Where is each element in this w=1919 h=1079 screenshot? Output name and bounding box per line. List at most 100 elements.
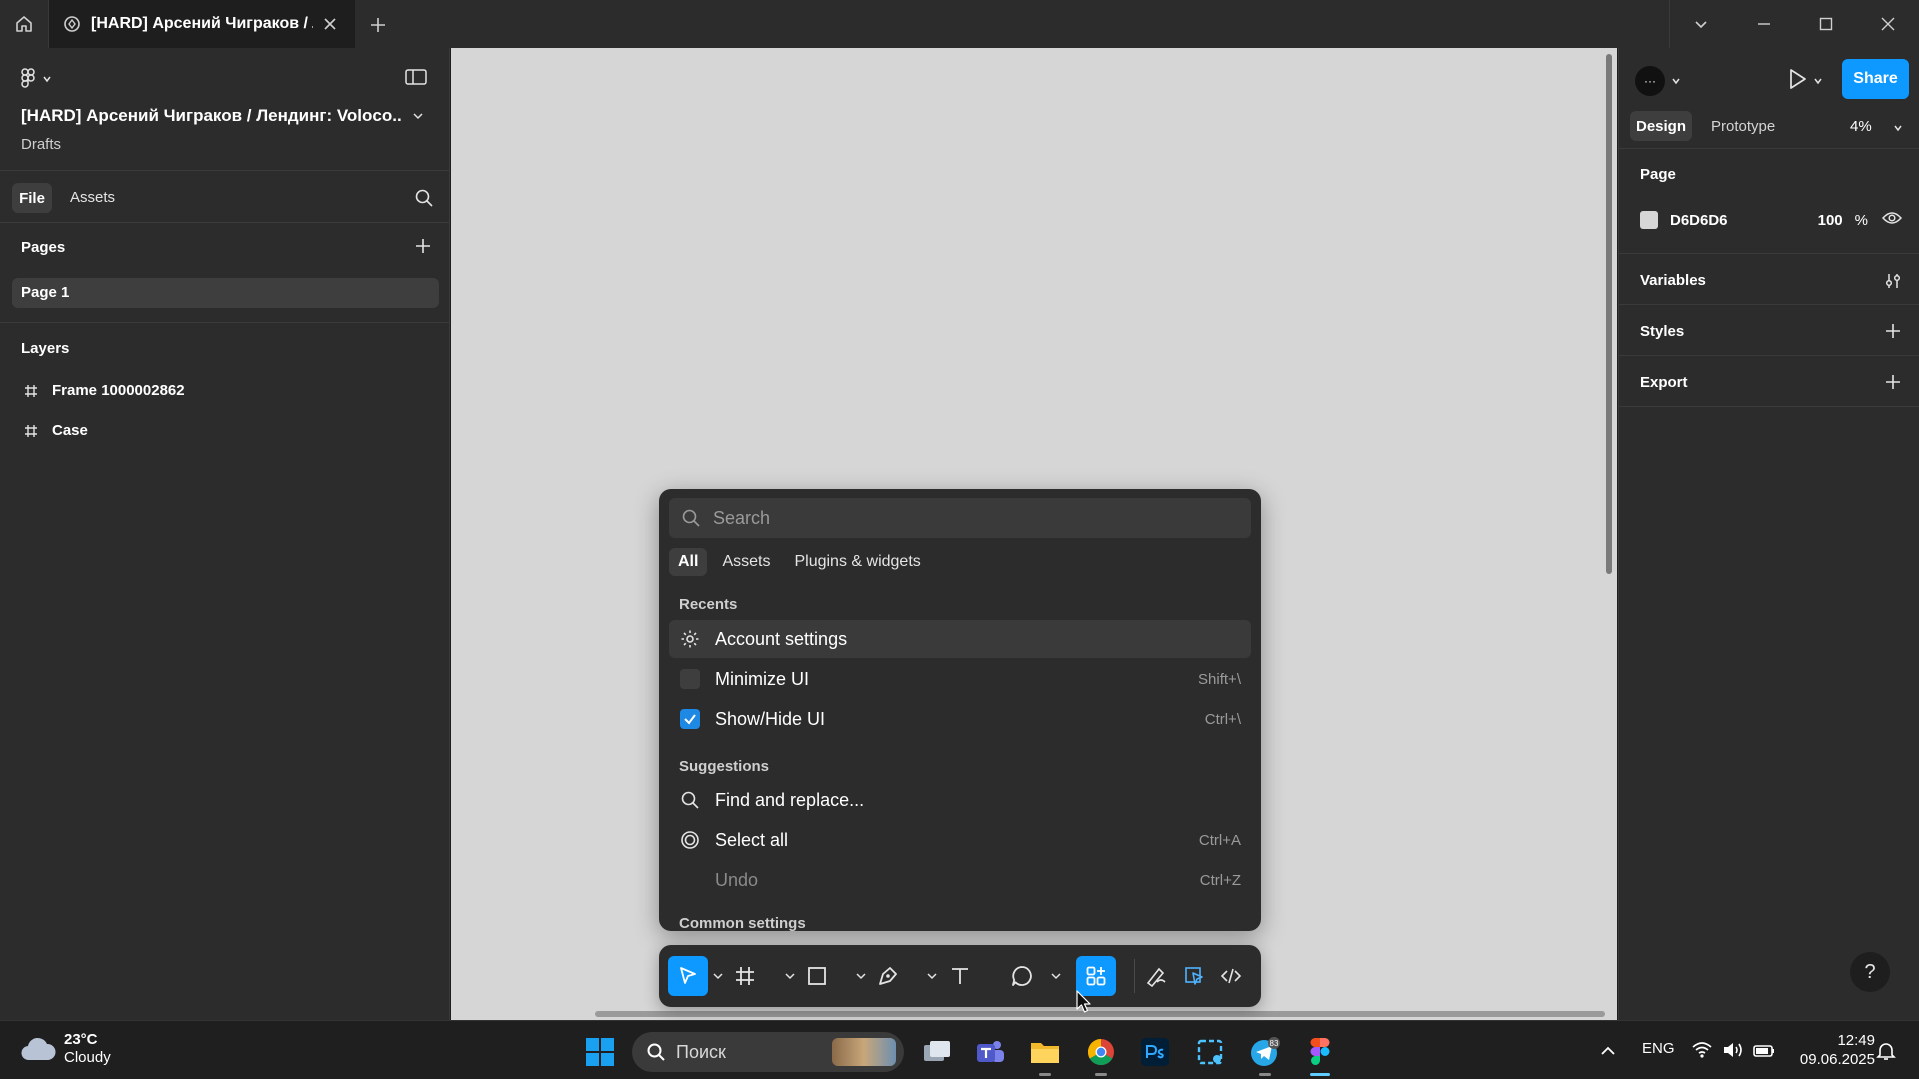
- shortcut-label: Ctrl+Z: [1199, 871, 1241, 889]
- search-icon: [647, 1043, 665, 1061]
- time: 12:49: [1837, 1032, 1875, 1049]
- search-icon[interactable]: [414, 188, 434, 208]
- task-view-button[interactable]: [917, 1032, 957, 1072]
- action-minimize-ui[interactable]: Minimize UI Shift+\: [669, 660, 1251, 698]
- file-explorer-app[interactable]: [1025, 1032, 1065, 1076]
- weather-widget[interactable]: 23°C Cloudy: [20, 1031, 111, 1067]
- snipping-tool-app[interactable]: [1190, 1032, 1230, 1072]
- layer-item[interactable]: Frame 1000002862: [24, 382, 185, 399]
- action-show-hide-ui[interactable]: Show/Hide UI Ctrl+\: [669, 700, 1251, 738]
- comment-tool[interactable]: [1002, 956, 1042, 996]
- color-swatch[interactable]: [1640, 211, 1658, 229]
- maximize-button[interactable]: [1795, 0, 1857, 48]
- tab-plugins-widgets[interactable]: Plugins & widgets: [785, 548, 929, 576]
- start-button[interactable]: [585, 1037, 615, 1067]
- page-color-field[interactable]: D6D6D6 100 %: [1640, 205, 1868, 235]
- eye-icon[interactable]: [1882, 211, 1902, 225]
- avatar[interactable]: ···: [1635, 66, 1665, 96]
- close-window-button[interactable]: [1857, 0, 1919, 48]
- add-style-icon[interactable]: [1884, 322, 1902, 340]
- chevron-up-icon[interactable]: [1600, 1045, 1616, 1057]
- opacity-value[interactable]: 100: [1818, 212, 1843, 229]
- chevron-down-icon[interactable]: [785, 972, 795, 980]
- add-export-icon[interactable]: [1884, 373, 1902, 391]
- figma-app[interactable]: [1300, 1032, 1340, 1076]
- close-tab-icon[interactable]: [323, 17, 337, 31]
- add-page-icon[interactable]: [414, 237, 432, 255]
- vertical-scrollbar[interactable]: [1606, 54, 1612, 574]
- export-heading: Export: [1640, 374, 1688, 391]
- action-account-settings[interactable]: Account settings: [669, 620, 1251, 658]
- file-name[interactable]: [HARD] Арсений Чиграков / Лендинг: Voloc…: [21, 106, 401, 126]
- tab-assets[interactable]: Assets: [70, 189, 115, 206]
- tab-prototype[interactable]: Prototype: [1711, 118, 1775, 135]
- tabs-menu-button[interactable]: [1670, 0, 1732, 48]
- action-select-all[interactable]: Select all Ctrl+A: [669, 821, 1251, 859]
- comment-tool-icon: [1012, 966, 1032, 986]
- file-tab[interactable]: [HARD] Арсений Чиграков / Лендинг: Voloc…: [49, 0, 355, 48]
- tab-all[interactable]: All: [669, 548, 708, 576]
- frame-icon: [25, 384, 37, 397]
- main-menu-button[interactable]: [20, 68, 52, 90]
- clock[interactable]: 12:49 09.06.2025: [1795, 1031, 1875, 1069]
- rectangle-tool[interactable]: [797, 956, 837, 996]
- search-input[interactable]: [713, 507, 1233, 529]
- suggestions-heading: Suggestions: [679, 758, 770, 775]
- task-view-icon: [924, 1041, 950, 1061]
- minimize-button[interactable]: [1733, 0, 1795, 48]
- layer-label: Frame 1000002862: [52, 382, 185, 399]
- pen-tool[interactable]: [868, 956, 908, 996]
- chevron-down-icon: [43, 76, 51, 83]
- chevron-down-icon[interactable]: [412, 110, 424, 122]
- move-tool[interactable]: [668, 956, 708, 996]
- chrome-app[interactable]: [1081, 1032, 1121, 1076]
- color-hex[interactable]: D6D6D6: [1670, 212, 1818, 229]
- home-icon: [16, 16, 32, 32]
- quick-actions-search[interactable]: [669, 498, 1251, 538]
- design-mode-icon: [1185, 967, 1203, 985]
- left-panel: [HARD] Арсений Чиграков / Лендинг: Voloc…: [0, 48, 450, 1020]
- battery-icon[interactable]: [1752, 1041, 1776, 1059]
- tab-assets[interactable]: Assets: [713, 548, 779, 576]
- horizontal-scrollbar[interactable]: [595, 1011, 1605, 1017]
- text-tool[interactable]: [940, 956, 980, 996]
- new-tab-button[interactable]: [365, 12, 391, 38]
- present-play-icon[interactable]: [1787, 68, 1807, 90]
- photoshop-app[interactable]: [1135, 1032, 1175, 1072]
- checkbox-unchecked[interactable]: [680, 669, 700, 689]
- rectangle-tool-icon: [808, 967, 826, 985]
- action-label: Minimize UI: [715, 668, 810, 689]
- home-button[interactable]: [0, 0, 49, 48]
- tab-file[interactable]: File: [12, 183, 52, 213]
- notification-icon[interactable]: [1876, 1041, 1896, 1061]
- checkbox-checked[interactable]: [680, 709, 700, 729]
- chevron-down-icon[interactable]: [1051, 972, 1061, 980]
- layer-item[interactable]: Case: [24, 422, 88, 439]
- language-indicator[interactable]: ENG: [1642, 1040, 1675, 1057]
- dev-mode-button[interactable]: [1214, 956, 1248, 996]
- taskbar-search[interactable]: Поиск: [632, 1032, 904, 1072]
- wifi-icon[interactable]: [1692, 1041, 1712, 1059]
- telegram-icon: 83: [1251, 1037, 1280, 1066]
- chevron-down-icon[interactable]: [927, 972, 937, 980]
- frame-tool[interactable]: [725, 956, 765, 996]
- sidebar-toggle-button[interactable]: [405, 68, 427, 86]
- page-item[interactable]: Page 1: [12, 278, 439, 308]
- draw-mode-button[interactable]: [1139, 956, 1173, 996]
- chevron-down-icon[interactable]: [1893, 123, 1903, 133]
- zoom-level[interactable]: 4%: [1850, 118, 1872, 135]
- action-find-replace[interactable]: Find and replace...: [669, 781, 1251, 819]
- variables-settings-icon[interactable]: [1884, 272, 1902, 290]
- teams-app[interactable]: [970, 1032, 1010, 1072]
- chevron-down-icon[interactable]: [856, 972, 866, 980]
- chevron-down-icon[interactable]: [1813, 76, 1823, 86]
- chevron-down-icon[interactable]: [713, 972, 723, 980]
- design-mode-button[interactable]: [1177, 956, 1211, 996]
- chevron-down-icon[interactable]: [1671, 76, 1681, 86]
- telegram-app[interactable]: 83: [1245, 1032, 1285, 1076]
- share-button[interactable]: Share: [1842, 59, 1909, 99]
- volume-icon[interactable]: [1722, 1041, 1744, 1059]
- file-location[interactable]: Drafts: [21, 136, 61, 153]
- help-button[interactable]: ?: [1850, 952, 1890, 992]
- tab-design[interactable]: Design: [1630, 111, 1692, 141]
